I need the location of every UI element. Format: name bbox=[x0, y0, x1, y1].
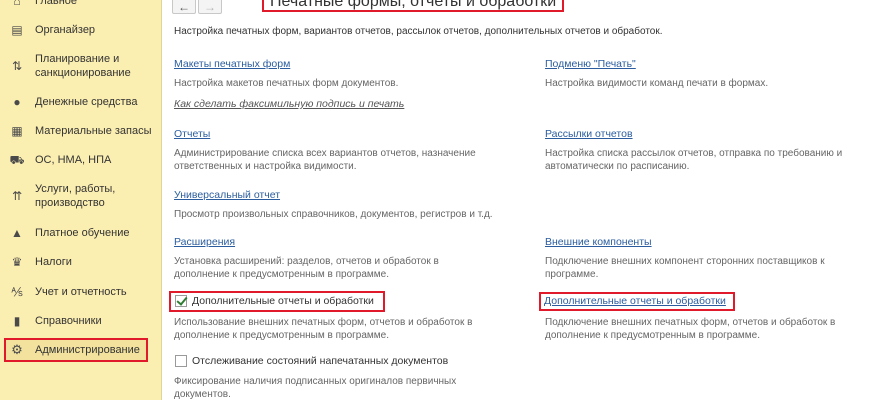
sidebar-item-inventory[interactable]: ▦ Материальные запасы bbox=[0, 124, 162, 138]
back-button[interactable]: ← bbox=[172, 0, 196, 14]
reports-link[interactable]: Отчеты bbox=[174, 128, 210, 140]
forward-button[interactable]: → bbox=[198, 0, 222, 14]
home-icon: ⌂ bbox=[13, 0, 21, 8]
additional-reports-link-desc-line2: дополнение к предусмотренным в программе… bbox=[545, 330, 761, 341]
universal-report-link[interactable]: Универсальный отчет bbox=[174, 189, 280, 201]
additional-reports-checkbox-row[interactable]: Дополнительные отчеты и обработки bbox=[175, 295, 374, 307]
sidebar-item-fixed-assets[interactable]: ⛟ ОС, НМА, НПА bbox=[0, 153, 162, 167]
sidebar-item-services[interactable]: ⇈ Услуги, работы, производство bbox=[0, 182, 162, 210]
sidebar-item-taxes[interactable]: ♛ Налоги bbox=[0, 255, 162, 269]
nav-toolbar: ← → bbox=[172, 0, 222, 14]
report-mailings-desc-line2: автоматически по расписанию. bbox=[545, 161, 690, 172]
sidebar-item-paid-education[interactable]: ▲ Платное обучение bbox=[0, 226, 162, 240]
additional-reports-desc-line2: дополнение к предусмотренным в программе… bbox=[174, 330, 390, 341]
services-icon: ⇈ bbox=[11, 189, 23, 203]
tracking-checkbox-label: Отслеживание состояний напечатанных доку… bbox=[192, 355, 449, 367]
tracking-checkbox-row[interactable]: Отслеживание состояний напечатанных доку… bbox=[175, 355, 448, 367]
inventory-icon: ▦ bbox=[11, 124, 23, 138]
tracking-desc-line2: документов. bbox=[174, 389, 231, 400]
graduation-cap-icon: ▲ bbox=[11, 226, 23, 240]
additional-reports-link[interactable]: Дополнительные отчеты и обработки bbox=[544, 295, 726, 307]
sidebar-item-main[interactable]: ⌂ Главное bbox=[0, 0, 162, 8]
sidebar: ⌂ Главное ▤ Органайзер ⇅ Планирование и … bbox=[0, 0, 162, 400]
organizer-icon: ▤ bbox=[11, 23, 23, 37]
taxes-icon: ♛ bbox=[11, 255, 23, 269]
sidebar-item-planning[interactable]: ⇅ Планирование и санкционирование bbox=[0, 52, 162, 80]
planning-icon: ⇅ bbox=[11, 59, 23, 73]
additional-reports-link-desc-line1: Подключение внешних печатных форм, отчет… bbox=[545, 317, 836, 328]
extensions-link[interactable]: Расширения bbox=[174, 236, 235, 248]
facsimile-link[interactable]: Как сделать факсимильную подпись и печат… bbox=[174, 98, 404, 110]
reports-desc-line1: Администрирование списка всех вариантов … bbox=[174, 148, 476, 159]
accounting-icon: ⅍ bbox=[11, 285, 23, 299]
print-submenu-desc: Настройка видимости команд печати в форм… bbox=[545, 78, 769, 89]
page-title: Печатные формы, отчеты и обработки bbox=[262, 0, 565, 12]
books-icon: ▮ bbox=[13, 314, 21, 328]
money-icon: ● bbox=[13, 95, 21, 109]
universal-report-desc: Просмотр произвольных справочников, доку… bbox=[174, 209, 493, 220]
arrow-right-icon: → bbox=[204, 0, 216, 14]
tracking-checkbox[interactable] bbox=[175, 355, 187, 367]
sidebar-item-organizer[interactable]: ▤ Органайзер bbox=[0, 23, 162, 37]
sidebar-item-money[interactable]: ● Денежные средства bbox=[0, 95, 162, 109]
sidebar-item-administration[interactable]: ⚙ Администрирование bbox=[0, 343, 162, 357]
additional-reports-desc-line1: Использование внешних печатных форм, отч… bbox=[174, 317, 473, 328]
extensions-desc-line1: Установка расширений: разделов, отчетов … bbox=[174, 256, 439, 267]
tracking-desc-line1: Фиксирование наличия подписанных оригина… bbox=[174, 376, 457, 387]
additional-reports-checkbox-label: Дополнительные отчеты и обработки bbox=[192, 295, 374, 307]
arrow-left-icon: ← bbox=[178, 0, 190, 14]
external-components-link[interactable]: Внешние компоненты bbox=[545, 236, 652, 248]
sidebar-item-accounting[interactable]: ⅍ Учет и отчетность bbox=[0, 285, 162, 299]
page-description: Настройка печатных форм, вариантов отчет… bbox=[174, 26, 663, 37]
report-mailings-link[interactable]: Рассылки отчетов bbox=[545, 128, 633, 140]
print-layouts-desc: Настройка макетов печатных форм документ… bbox=[174, 78, 399, 89]
gear-icon: ⚙ bbox=[11, 342, 23, 357]
external-components-desc-line2: программе. bbox=[545, 269, 599, 280]
external-components-desc-line1: Подключение внешних компонент сторонних … bbox=[545, 256, 825, 267]
sidebar-item-directories[interactable]: ▮ Справочники bbox=[0, 314, 162, 328]
print-submenu-link[interactable]: Подменю "Печать" bbox=[545, 58, 636, 70]
print-layouts-link[interactable]: Макеты печатных форм bbox=[174, 58, 290, 70]
report-mailings-desc-line1: Настройка списка рассылок отчетов, отпра… bbox=[545, 148, 843, 159]
additional-reports-checkbox[interactable] bbox=[175, 295, 187, 307]
reports-desc-line2: ответственных и настройка видимости. bbox=[174, 161, 357, 172]
extensions-desc-line2: дополнение к предусмотренным в программе… bbox=[174, 269, 390, 280]
truck-icon: ⛟ bbox=[9, 153, 25, 167]
